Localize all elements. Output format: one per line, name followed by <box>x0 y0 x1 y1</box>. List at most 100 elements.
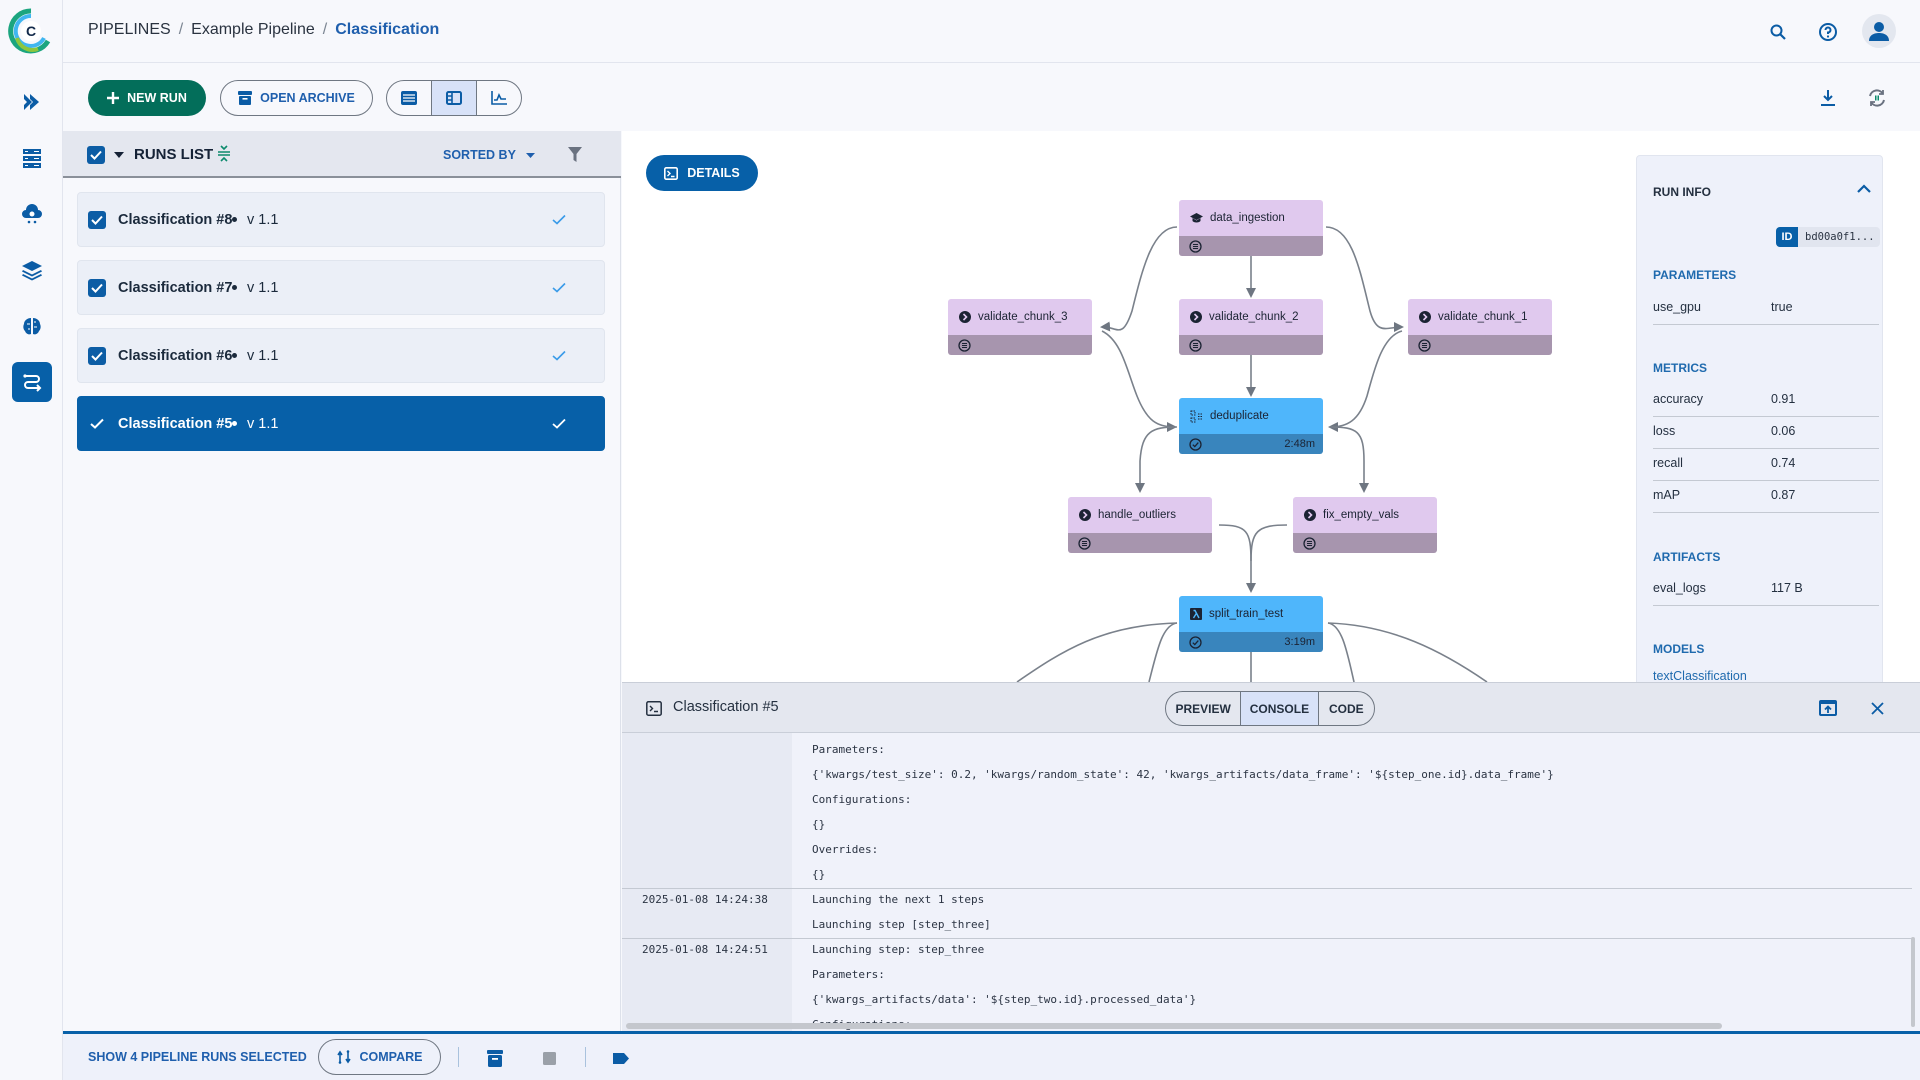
node-handle-outliers[interactable]: handle_outliers <box>1068 497 1212 553</box>
tab-code[interactable]: CODE <box>1319 692 1374 725</box>
run-version: v 1.1 <box>247 279 279 296</box>
id-value: bd00a0f1... <box>1805 231 1875 243</box>
artifact-row[interactable]: eval_logs 117 B <box>1653 574 1879 606</box>
select-all-checkbox[interactable] <box>87 146 105 164</box>
stop-icon <box>542 1051 556 1065</box>
completed-check-icon <box>552 282 566 293</box>
node-fix-empty-vals[interactable]: fix_empty_vals <box>1293 497 1437 553</box>
run-checkbox[interactable] <box>88 278 106 297</box>
lambda-icon <box>1190 608 1202 620</box>
run-version: v 1.1 <box>247 211 279 228</box>
top-header: PIPELINES / Example Pipeline / Classific… <box>63 0 1920 63</box>
node-label: split_train_test <box>1209 608 1284 620</box>
compare-button[interactable]: COMPARE <box>318 1039 441 1075</box>
horizontal-scrollbar[interactable] <box>626 1023 1722 1029</box>
run-list-item-selected[interactable]: Classification #5 v 1.1 <box>77 396 605 451</box>
pipelines-icon <box>23 374 42 392</box>
node-validate-chunk-2[interactable]: validate_chunk_2 <box>1179 299 1323 355</box>
tab-preview[interactable]: PREVIEW <box>1166 692 1242 725</box>
chart-view-button[interactable] <box>477 81 521 115</box>
node-data-ingestion[interactable]: data_ingestion <box>1179 200 1323 256</box>
stop-runs-button[interactable] <box>537 1046 561 1070</box>
console-panel: Classification #5 PREVIEW CONSOLE CODE P… <box>622 682 1920 1032</box>
runs-list-panel: RUNS LIST SORTED BY Classification #8 v … <box>63 131 621 1031</box>
log-line: Configurations: <box>812 793 912 806</box>
filter-icon[interactable] <box>568 147 582 162</box>
refresh-paused-icon <box>1869 89 1885 107</box>
pending-icon <box>1418 338 1431 352</box>
auto-refresh-button[interactable] <box>1862 83 1892 113</box>
download-button[interactable] <box>1813 83 1843 113</box>
search-button[interactable] <box>1763 17 1793 47</box>
select-dropdown-icon[interactable] <box>114 152 124 158</box>
divider <box>458 1047 459 1067</box>
nav-pipelines[interactable] <box>12 362 52 402</box>
run-name: Classification #6 <box>118 347 233 364</box>
run-list-item[interactable]: Classification #8 v 1.1 <box>77 192 605 247</box>
node-label: fix_empty_vals <box>1323 509 1400 521</box>
details-view-icon <box>446 91 462 105</box>
user-avatar[interactable] <box>1862 14 1896 48</box>
completed-check-icon <box>552 418 566 429</box>
node-validate-chunk-3[interactable]: validate_chunk_3 <box>948 299 1092 355</box>
check-icon <box>90 150 102 160</box>
chevron-up-icon[interactable] <box>1857 184 1871 193</box>
tab-console[interactable]: CONSOLE <box>1241 692 1319 725</box>
model-link[interactable]: textClassification <box>1653 669 1747 682</box>
breadcrumb-root[interactable]: PIPELINES <box>88 21 171 39</box>
plus-icon <box>107 92 120 104</box>
separator-dot <box>232 285 237 290</box>
metric-value: 0.91 <box>1771 392 1796 406</box>
collapse-rows-icon[interactable] <box>217 145 231 163</box>
parameter-key: use_gpu <box>1653 300 1701 314</box>
log-line: {} <box>812 818 826 831</box>
vertical-scrollbar[interactable] <box>1911 937 1915 1027</box>
pipeline-graph[interactable]: DETAILS data_ingestion validate_chunk_3 … <box>622 131 1920 682</box>
console-log[interactable]: Parameters: {'kwargs/test_size': 0.2, 'k… <box>622 733 1920 1032</box>
close-icon[interactable] <box>1871 702 1884 715</box>
check-icon[interactable] <box>90 418 104 429</box>
metric-key: loss <box>1653 424 1676 438</box>
node-validate-chunk-1[interactable]: validate_chunk_1 <box>1408 299 1552 355</box>
step-icon <box>1419 311 1431 323</box>
edge <box>1329 426 1369 493</box>
breadcrumb: PIPELINES / Example Pipeline / Classific… <box>88 21 439 39</box>
details-view-button[interactable] <box>432 81 477 115</box>
breadcrumb-parent[interactable]: Example Pipeline <box>191 21 315 39</box>
pending-icon <box>1078 536 1091 550</box>
node-label: validate_chunk_3 <box>978 311 1068 323</box>
edge <box>1218 524 1256 593</box>
run-name: Classification #8 <box>118 211 233 228</box>
completed-icon <box>1189 437 1202 451</box>
sorted-by-dropdown[interactable]: SORTED BY <box>443 148 535 162</box>
nav-layers[interactable] <box>12 250 52 290</box>
open-archive-button[interactable]: OPEN ARCHIVE <box>220 80 373 116</box>
nav-orchestration[interactable] <box>12 194 52 234</box>
tag-runs-button[interactable] <box>609 1046 633 1070</box>
nav-projects[interactable] <box>12 82 52 122</box>
run-name: Classification #5 <box>118 415 233 432</box>
new-run-button[interactable]: NEW RUN <box>88 80 206 116</box>
list-view-button[interactable] <box>387 81 432 115</box>
archive-runs-button[interactable] <box>483 1046 507 1070</box>
edge <box>1148 622 1178 682</box>
toolbar: NEW RUN OPEN ARCHIVE <box>63 63 1920 131</box>
metric-key: mAP <box>1653 488 1681 502</box>
pending-icon <box>958 338 971 352</box>
selection-count-link[interactable]: SHOW 4 PIPELINE RUNS SELECTED <box>88 1050 307 1064</box>
edge <box>1328 330 1403 432</box>
node-split-train-test[interactable]: split_train_test 3:19m <box>1179 596 1323 652</box>
help-button[interactable] <box>1813 17 1843 47</box>
run-id-badge[interactable]: ID bd00a0f1... <box>1776 227 1880 247</box>
nav-models[interactable] <box>12 306 52 346</box>
run-checkbox[interactable] <box>88 210 106 229</box>
node-deduplicate[interactable]: deduplicate 2:48m <box>1179 398 1323 454</box>
nav-datasets[interactable] <box>12 138 52 178</box>
app-logo[interactable]: C <box>8 8 54 54</box>
run-list-item[interactable]: Classification #6 v 1.1 <box>77 328 605 383</box>
log-line: {} <box>812 868 826 881</box>
run-checkbox[interactable] <box>88 346 106 365</box>
compare-icon <box>336 1050 351 1064</box>
run-list-item[interactable]: Classification #7 v 1.1 <box>77 260 605 315</box>
expand-panel-icon[interactable] <box>1819 700 1837 716</box>
